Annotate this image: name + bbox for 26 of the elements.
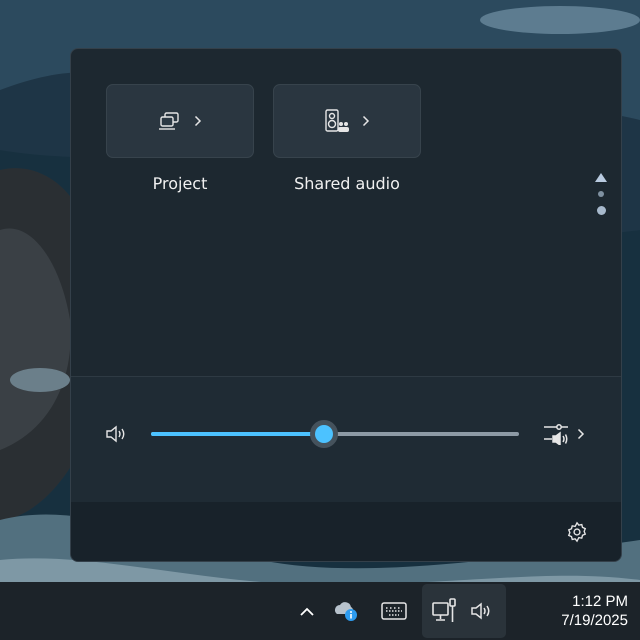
chevron-icon (362, 115, 370, 127)
computer-cable-icon (432, 598, 458, 624)
keyboard-icon (381, 602, 407, 620)
sliders-speaker-icon (543, 422, 569, 444)
settings-button[interactable] (566, 520, 588, 542)
chevron-up-icon (300, 606, 314, 616)
tile-label: Project (152, 174, 208, 193)
chevron-icon (577, 428, 585, 440)
tile-label: Shared audio (294, 174, 400, 193)
speaker-icon[interactable] (105, 424, 127, 442)
settings-icon (566, 520, 588, 542)
date-text: 7/19/2025 (561, 612, 628, 629)
clock[interactable]: 1:12 PM 7/19/2025 (561, 593, 628, 629)
audio-mixer-button[interactable] (543, 422, 585, 444)
network-volume-button[interactable] (422, 584, 506, 638)
shared-audio-button[interactable] (273, 84, 421, 158)
chevron-icon (194, 115, 202, 127)
speaker-icon (470, 602, 492, 620)
page-dot[interactable] (598, 191, 604, 197)
slider-thumb[interactable] (310, 420, 338, 448)
cloud-info-icon (333, 600, 359, 622)
time-text: 1:12 PM (572, 593, 628, 610)
speaker-people-icon (324, 109, 350, 133)
volume-slider[interactable] (151, 420, 519, 448)
scroll-up-icon[interactable] (595, 173, 607, 182)
page-dot[interactable] (596, 206, 606, 215)
